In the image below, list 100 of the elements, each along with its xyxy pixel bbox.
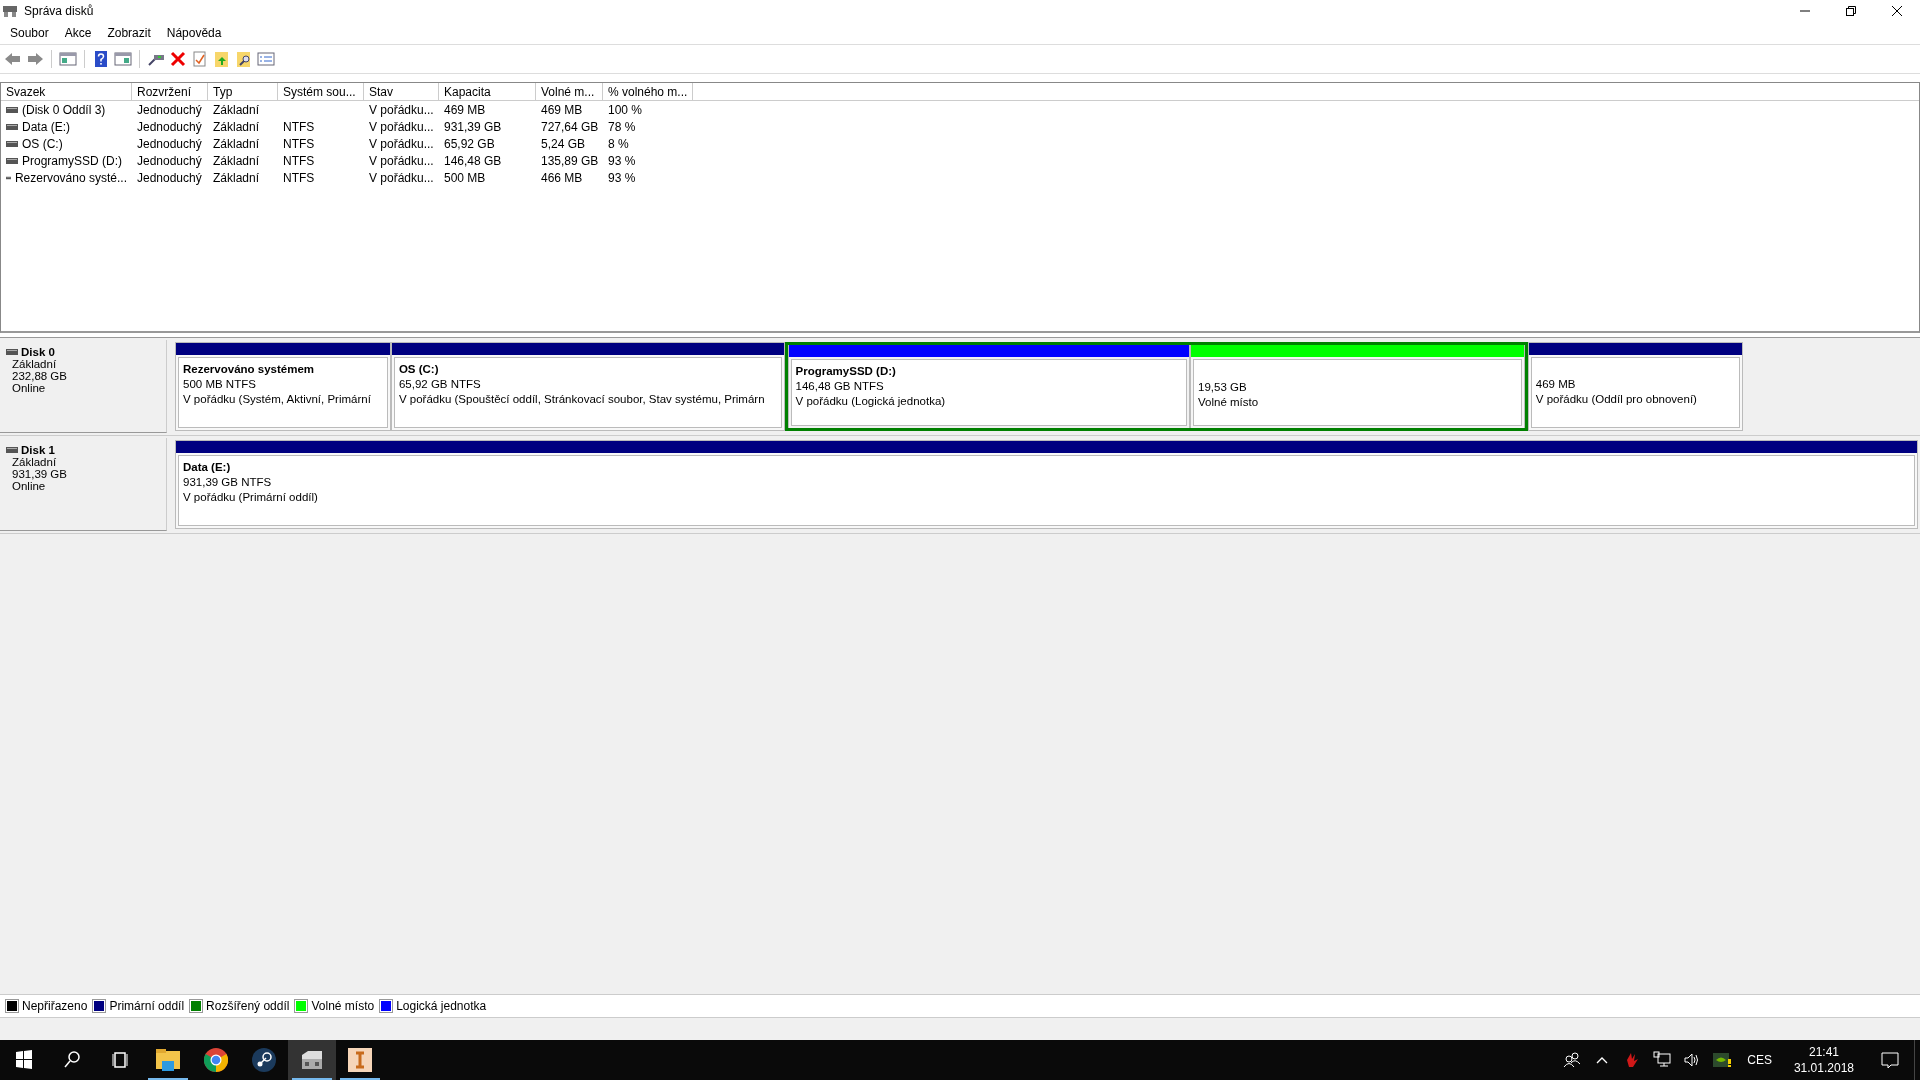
app-tile-icon xyxy=(348,1048,372,1072)
graphics-driver-icon[interactable] xyxy=(1712,1050,1733,1070)
table-cell: Základní xyxy=(213,119,260,134)
table-cell: 78 % xyxy=(608,119,636,134)
table-cell: NTFS xyxy=(283,170,315,185)
table-cell: 135,89 GB xyxy=(541,153,599,168)
legend-label: Volné místo xyxy=(311,999,375,1013)
column-header[interactable]: Svazek xyxy=(1,83,132,101)
partition-info: 931,39 GB NTFS xyxy=(183,475,273,490)
menu-item[interactable]: Zobrazit xyxy=(99,26,159,40)
notification-icon[interactable] xyxy=(1880,1050,1900,1070)
disk-size: 232,88 GB xyxy=(12,370,68,382)
disk-status: Online xyxy=(12,480,47,492)
drive-icon xyxy=(6,106,18,113)
window-title: Správa disků xyxy=(24,4,94,18)
console-tree-icon[interactable] xyxy=(59,51,77,67)
free-space-block[interactable]: 19,53 GB Volné místo xyxy=(1190,345,1525,428)
table-cell: 466 MB xyxy=(541,170,583,185)
extended-partition[interactable]: ProgramySSD (D:) 146,48 GB NTFS V pořádku (Logická jednotka) 19,53 GB Volné místo xyxy=(784,342,1528,431)
table-cell: Základní xyxy=(213,153,260,168)
people-icon[interactable] xyxy=(1562,1050,1583,1070)
help-icon[interactable] xyxy=(92,51,110,67)
table-cell: 146,48 GB xyxy=(444,153,502,168)
drive-icon xyxy=(6,174,11,181)
legend-label: Primární oddíl xyxy=(109,999,185,1013)
partition-info: V pořádku (Oddíl pro obnovení) xyxy=(1535,392,1698,407)
disk-name: Disk 0 xyxy=(21,346,55,358)
clock-date: 31.01.2018 xyxy=(1793,1060,1854,1076)
partition-title: Rezervováno systémem xyxy=(183,362,316,377)
table-cell: V pořádku... xyxy=(369,136,434,151)
table-cell: NTFS xyxy=(283,136,315,151)
table-cell: Jednoduchý xyxy=(137,102,202,117)
disk-status: Online xyxy=(12,382,47,394)
checklist-icon[interactable] xyxy=(257,51,275,67)
drive-icon xyxy=(6,157,18,164)
partition-block[interactable]: 469 MB V pořádku (Oddíl pro obnovení) xyxy=(1527,342,1744,431)
partition-info: 146,48 GB NTFS xyxy=(795,379,885,394)
disk-management-icon xyxy=(300,1049,324,1071)
disk-size: 931,39 GB xyxy=(12,468,68,480)
table-cell: 93 % xyxy=(608,170,636,185)
partition-info: V pořádku (Systém, Aktivní, Primární xyxy=(183,392,371,407)
column-header[interactable]: Rozvržení xyxy=(132,83,208,101)
table-cell: OS (C:) xyxy=(22,136,63,151)
network-icon[interactable] xyxy=(1652,1050,1673,1070)
drive-icon xyxy=(6,140,18,147)
drive-icon xyxy=(6,123,18,130)
properties-icon[interactable] xyxy=(191,51,209,67)
table-cell: 5,24 GB xyxy=(541,136,586,151)
table-cell: Základní xyxy=(213,170,260,185)
forward-arrow-icon[interactable] xyxy=(26,51,44,67)
table-cell: 469 MB xyxy=(444,102,486,117)
column-header[interactable]: Kapacita xyxy=(439,83,536,101)
partition-title: OS (C:) xyxy=(398,362,440,377)
column-header[interactable]: Volné m... xyxy=(536,83,603,101)
partition-info: 19,53 GB xyxy=(1198,380,1248,395)
steam-logo-icon xyxy=(252,1048,276,1072)
clock[interactable]: 21:41 31.01.2018 xyxy=(1793,1044,1854,1076)
delete-icon[interactable] xyxy=(169,51,187,67)
table-cell: 469 MB xyxy=(541,102,583,117)
menu-item[interactable]: Nápověda xyxy=(158,26,230,40)
taskbar-app-button[interactable] xyxy=(288,1040,336,1080)
browser-logo-icon xyxy=(204,1048,228,1072)
close-icon xyxy=(1892,6,1902,16)
folder-search-icon[interactable] xyxy=(235,51,253,67)
legend-label: Nepřiřazeno xyxy=(22,999,88,1013)
disk-type: Základní xyxy=(12,456,58,468)
column-header[interactable]: Stav xyxy=(364,83,439,101)
partition-info: V pořádku (Primární oddíl) xyxy=(183,490,319,505)
partition-info: Volné místo xyxy=(1198,395,1260,410)
disk-name: Disk 1 xyxy=(21,444,55,456)
table-cell: (Disk 0 Oddíl 3) xyxy=(22,102,106,117)
menu-item[interactable]: Akce xyxy=(56,26,100,40)
partition-block[interactable]: Data (E:) 931,39 GB NTFS V pořádku (Primární oddíl) xyxy=(175,440,1918,529)
restore-icon xyxy=(1846,6,1856,16)
disk-type: Základní xyxy=(12,358,58,370)
table-cell: NTFS xyxy=(283,153,315,168)
input-language[interactable]: CES xyxy=(1747,1053,1772,1067)
column-header[interactable]: Systém sou... xyxy=(278,83,364,101)
column-header[interactable]: Typ xyxy=(208,83,278,101)
partition-block[interactable]: ProgramySSD (D:) 146,48 GB NTFS V pořádku (Logická jednotka) xyxy=(787,345,1191,428)
partition-info: 500 MB NTFS xyxy=(183,377,257,392)
table-cell: Data (E:) xyxy=(22,119,70,134)
clock-time: 21:41 xyxy=(1808,1044,1839,1060)
back-arrow-icon[interactable] xyxy=(4,51,22,67)
partition-block[interactable]: OS (C:) 65,92 GB NTFS V pořádku (Spouštěcí oddíl, Stránkovací soubor, Stav systému, Primárn xyxy=(390,342,785,431)
table-cell: 8 % xyxy=(608,136,629,151)
table-cell: V pořádku... xyxy=(369,170,434,185)
partition-info: V pořádku (Spouštěcí oddíl, Stránkovací soubor, Stav systému, Primárn xyxy=(398,392,765,407)
partition-block[interactable]: Rezervováno systémem 500 MB NTFS V pořádku (Systém, Aktivní, Primární xyxy=(175,342,391,431)
menu-item[interactable]: Soubor xyxy=(2,26,57,40)
table-cell: Základní xyxy=(213,102,260,117)
partition-title: Data (E:) xyxy=(183,460,232,475)
legend-label: Rozšířený oddíl xyxy=(206,999,290,1013)
legend-label: Logická jednotka xyxy=(396,999,487,1013)
column-header[interactable]: % volného m... xyxy=(603,83,693,101)
table-cell: ProgramySSD (D:) xyxy=(22,153,122,168)
table-cell: 727,64 GB xyxy=(541,119,599,134)
table-cell: 931,39 GB xyxy=(444,119,502,134)
table-cell: Jednoduchý xyxy=(137,119,202,134)
table-cell: Jednoduchý xyxy=(137,153,202,168)
